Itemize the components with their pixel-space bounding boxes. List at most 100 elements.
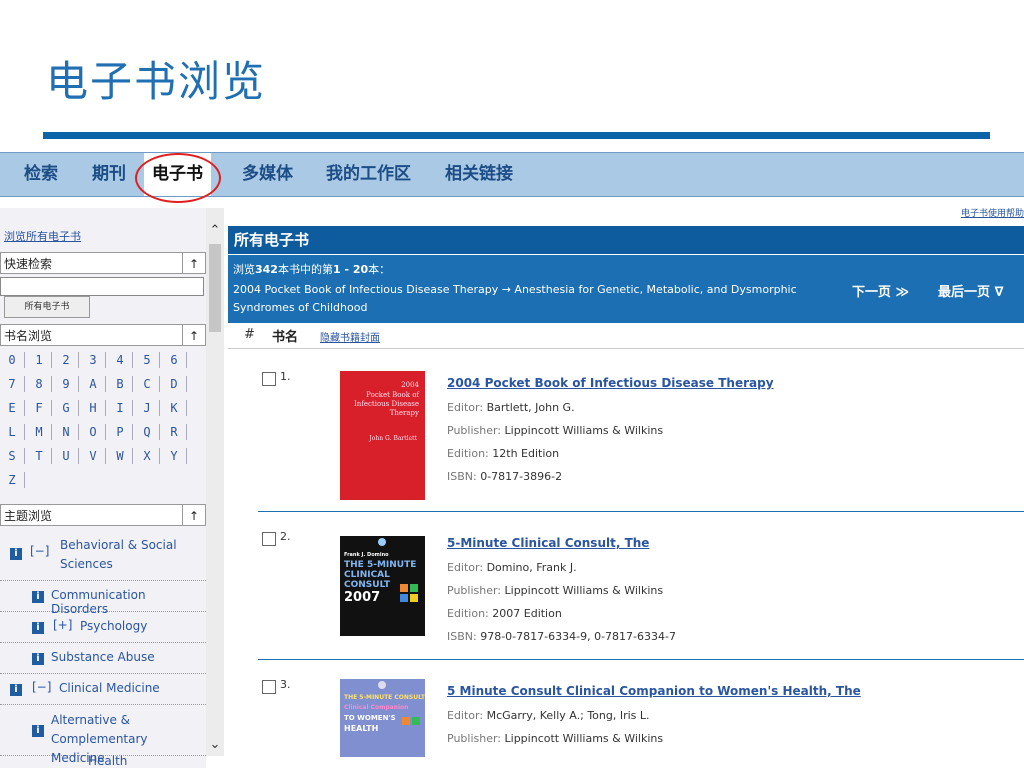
last-page-link[interactable]: 最后一页 ∇ <box>938 281 1004 300</box>
book-row: 1. 2004 Pocket Book of Infectious Diseas… <box>228 368 1024 508</box>
info-icon[interactable]: i <box>32 725 44 737</box>
letter-index-item[interactable]: H <box>81 396 105 420</box>
browse-all-ebooks-link[interactable]: 浏览所有电子书 <box>4 228 81 244</box>
expand-toggle[interactable]: [+] <box>53 618 72 632</box>
letter-index-item[interactable]: Y <box>162 444 186 468</box>
letter-index-item[interactable]: 2 <box>54 348 78 372</box>
letter-index-item[interactable]: Q <box>135 420 159 444</box>
scroll-thumb[interactable] <box>209 244 221 332</box>
subject-item-substance[interactable]: i Substance Abuse <box>0 643 206 674</box>
book-publisher: Publisher: Lippincott Williams & Wilkins <box>447 732 664 745</box>
scroll-up-icon[interactable]: ⌃ <box>206 222 224 240</box>
subject-item-alternative[interactable]: i Alternative & Complementary Medicine <box>0 705 206 765</box>
letter-index-item[interactable]: 3 <box>81 348 105 372</box>
info-icon[interactable]: i <box>10 548 22 560</box>
next-page-link[interactable]: 下一页 ≫ <box>852 281 909 300</box>
letter-index-item[interactable]: 6 <box>162 348 186 372</box>
book-cover[interactable]: Frank J. Domino THE 5-MINUTE CLINICAL CO… <box>340 536 425 636</box>
book-publisher: Publisher: Lippincott Williams & Wilkins <box>447 584 664 597</box>
col-title[interactable]: 书名 <box>272 326 298 345</box>
info-icon[interactable]: i <box>32 622 44 634</box>
letter-index-item[interactable]: J <box>135 396 159 420</box>
letter-index-item[interactable]: 5 <box>135 348 159 372</box>
quick-search-input[interactable] <box>0 277 204 296</box>
letter-index-item[interactable]: U <box>54 444 78 468</box>
row-divider <box>258 659 1024 660</box>
subject-label[interactable]: Psychology <box>80 619 147 633</box>
main-content: 电子书使用帮助 所有电子书 浏览342本书中的第1 - 20本： 2004 Po… <box>228 208 1024 768</box>
book-title-link[interactable]: 2004 Pocket Book of Infectious Disease T… <box>447 376 774 390</box>
letter-index-item[interactable]: V <box>81 444 105 468</box>
book-checkbox[interactable] <box>262 372 276 386</box>
collapse-toggle[interactable]: [−] <box>30 544 49 558</box>
book-number: 1. <box>280 370 291 383</box>
book-title-link[interactable]: 5 Minute Consult Clinical Companion to W… <box>447 684 861 698</box>
letter-index-item[interactable]: C <box>135 372 159 396</box>
letter-index-item[interactable]: 8 <box>27 372 51 396</box>
letter-index-item[interactable]: 4 <box>108 348 132 372</box>
book-checkbox[interactable] <box>262 532 276 546</box>
all-ebooks-button[interactable]: 所有电子书 <box>4 296 90 318</box>
tab-related-links[interactable]: 相关链接 <box>445 153 513 196</box>
letter-index-item[interactable]: R <box>162 420 186 444</box>
book-editor: Editor: McGarry, Kelly A.; Tong, Iris L. <box>447 709 650 722</box>
letter-index-item[interactable]: B <box>108 372 132 396</box>
tab-journals[interactable]: 期刊 <box>92 153 126 196</box>
letter-index-item[interactable]: E <box>0 396 24 420</box>
letter-index-item[interactable]: P <box>108 420 132 444</box>
book-checkbox[interactable] <box>262 680 276 694</box>
arrow-up-icon[interactable]: ↑ <box>182 253 205 273</box>
letter-index-item[interactable]: 1 <box>27 348 51 372</box>
letter-index-item[interactable]: N <box>54 420 78 444</box>
tab-my-workspace[interactable]: 我的工作区 <box>326 153 411 196</box>
letter-index-item[interactable]: F <box>27 396 51 420</box>
collapse-toggle[interactable]: [−] <box>32 680 51 694</box>
letter-index-item[interactable]: G <box>54 396 78 420</box>
sidebar-scrollbar[interactable]: ⌃ ⌄ <box>206 208 224 756</box>
book-cover[interactable]: THE 5-MINUTE CONSULT Clinical Companion … <box>340 679 425 757</box>
letter-separator <box>159 352 160 368</box>
letter-index-item[interactable]: Z <box>0 468 24 492</box>
letter-index-item[interactable]: I <box>108 396 132 420</box>
info-icon[interactable]: i <box>32 653 44 665</box>
tab-search[interactable]: 检索 <box>24 153 58 196</box>
letter-index-item[interactable]: O <box>81 420 105 444</box>
tab-ebooks[interactable]: 电子书 <box>144 153 211 196</box>
subject-item-cut-off[interactable]: Health <box>88 754 127 768</box>
info-icon[interactable]: i <box>10 684 22 696</box>
letter-separator <box>105 376 106 392</box>
book-isbn: ISBN: 978-0-7817-6334-9, 0-7817-6334-7 <box>447 630 676 643</box>
subject-label[interactable]: Behavioral & Social Sciences <box>60 536 200 574</box>
subject-item-behavioral[interactable]: i [−] Behavioral & Social Sciences <box>0 528 206 581</box>
hide-covers-link[interactable]: 隐藏书籍封面 <box>320 329 380 344</box>
letter-index-item[interactable]: M <box>27 420 51 444</box>
ebook-help-link[interactable]: 电子书使用帮助 <box>961 206 1024 219</box>
book-title-link[interactable]: 5-Minute Clinical Consult, The <box>447 536 649 550</box>
info-icon[interactable]: i <box>32 591 44 603</box>
letter-index-item[interactable]: K <box>162 396 186 420</box>
letter-index-item[interactable]: X <box>135 444 159 468</box>
letter-index-item[interactable]: W <box>108 444 132 468</box>
letter-index-item[interactable]: A <box>81 372 105 396</box>
subject-label[interactable]: Substance Abuse <box>51 650 155 664</box>
letter-index-item[interactable]: T <box>27 444 51 468</box>
arrow-up-icon[interactable]: ↑ <box>182 325 205 345</box>
letter-index-item[interactable]: 7 <box>0 372 24 396</box>
title-browse-header[interactable]: 书名浏览 ↑ <box>0 324 206 346</box>
letter-index-item[interactable]: S <box>0 444 24 468</box>
letter-index-item[interactable]: L <box>0 420 24 444</box>
letter-separator <box>51 352 52 368</box>
subject-label[interactable]: Clinical Medicine <box>59 681 160 695</box>
arrow-up-icon[interactable]: ↑ <box>182 505 205 525</box>
scroll-down-icon[interactable]: ⌄ <box>206 736 224 754</box>
subject-item-clinical[interactable]: i [−] Clinical Medicine <box>0 674 206 705</box>
subject-item-psychology[interactable]: i [+] Psychology <box>0 612 206 643</box>
book-cover[interactable]: 2004 Pocket Book of Infectious Disease T… <box>340 371 425 500</box>
quick-search-header[interactable]: 快速检索 ↑ <box>0 252 206 274</box>
letter-index-item[interactable]: D <box>162 372 186 396</box>
letter-index-item[interactable]: 9 <box>54 372 78 396</box>
subject-browse-header[interactable]: 主题浏览 ↑ <box>0 504 206 526</box>
tab-multimedia[interactable]: 多媒体 <box>242 153 293 196</box>
letter-index-item[interactable]: 0 <box>0 348 24 372</box>
subject-item-communication[interactable]: i Communication Disorders <box>0 581 206 616</box>
